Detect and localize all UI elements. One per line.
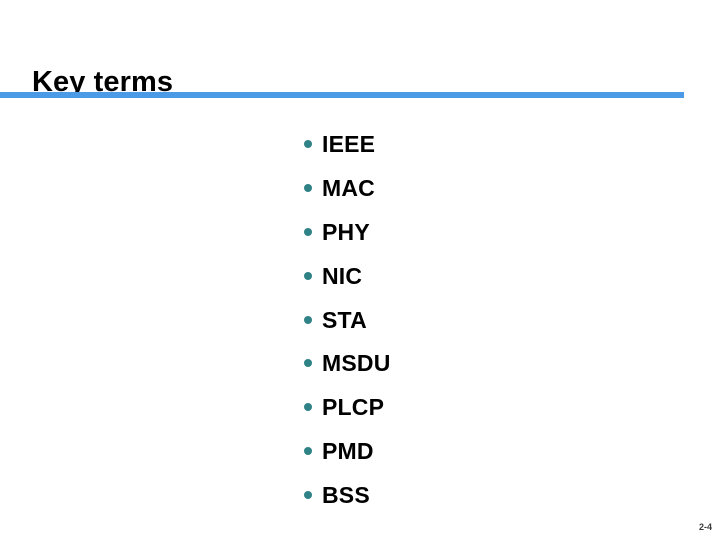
bullet-point-icon: [304, 315, 312, 324]
list-item-label: MAC: [322, 174, 375, 201]
list-item: PMD: [300, 429, 660, 473]
list-item-label: MSDU: [322, 350, 391, 377]
bullet-point-icon: [304, 139, 312, 148]
bullet-point-icon: [304, 227, 312, 236]
bullet-point-icon: [304, 403, 312, 412]
slide-canvas: Key terms IEEE MAC PHY NIC STA MSDU PLCP…: [0, 0, 720, 540]
bullet-point-icon: [304, 359, 312, 368]
key-terms-list: IEEE MAC PHY NIC STA MSDU PLCP PMD BSS: [300, 122, 660, 517]
list-item: MAC: [300, 166, 660, 210]
list-item: NIC: [300, 254, 660, 298]
list-item-label: PHY: [322, 218, 370, 245]
list-item-label: BSS: [322, 482, 370, 509]
list-item: BSS: [300, 473, 660, 517]
list-item-label: NIC: [322, 262, 363, 289]
page-number: 2-4: [698, 522, 712, 532]
bullet-point-icon: [304, 447, 312, 456]
list-item: PHY: [300, 210, 660, 254]
list-item: STA: [300, 298, 660, 342]
bullet-point-icon: [304, 491, 312, 500]
list-item: IEEE: [300, 122, 660, 166]
list-item: MSDU: [300, 341, 660, 385]
title-divider: [0, 92, 684, 98]
list-item-label: PLCP: [322, 394, 385, 421]
list-item-label: PMD: [322, 438, 374, 465]
bullet-point-icon: [304, 183, 312, 192]
bullet-point-icon: [304, 271, 312, 280]
list-item-label: STA: [322, 306, 367, 333]
list-item: PLCP: [300, 385, 660, 429]
list-item-label: IEEE: [322, 130, 376, 157]
